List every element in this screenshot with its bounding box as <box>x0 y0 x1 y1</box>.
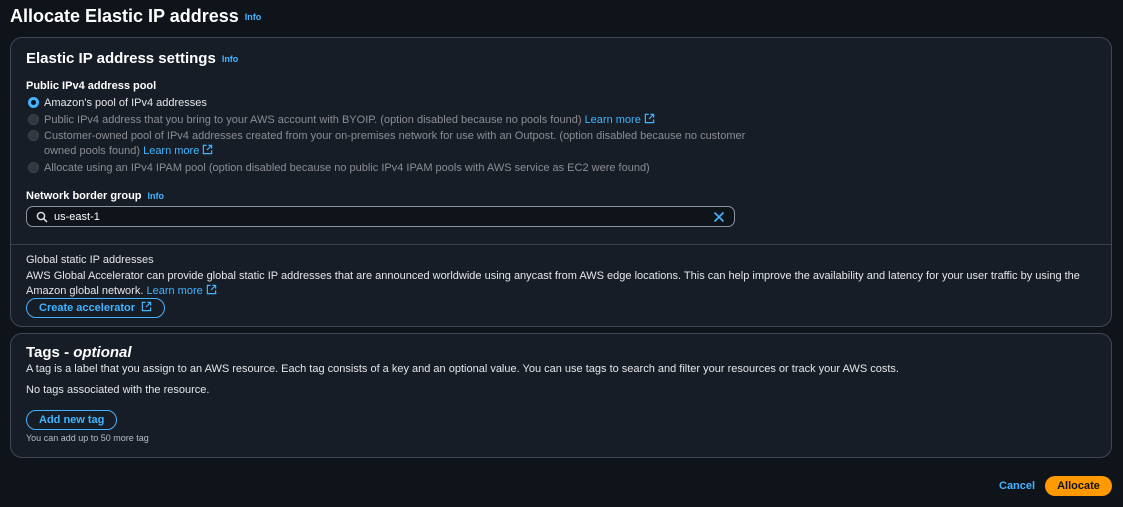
radio-button-checked[interactable] <box>28 97 39 108</box>
radio-button-disabled <box>28 114 39 125</box>
radio-option-byoip: Public IPv4 address that you bring to yo… <box>26 113 746 128</box>
network-border-group-search[interactable]: us-east-1 <box>26 206 735 227</box>
tags-panel: Tags - optional A tag is a label that yo… <box>10 333 1112 458</box>
radio-button-disabled <box>28 130 39 141</box>
external-link-icon <box>644 113 655 124</box>
radio-label: Amazon's pool of IPv4 addresses <box>44 97 207 109</box>
global-ip-description: AWS Global Accelerator can provide globa… <box>26 270 1080 297</box>
external-link-icon <box>141 301 152 311</box>
external-link-icon <box>206 284 216 295</box>
pool-label: Public IPv4 address pool <box>26 80 157 92</box>
tags-limit-note: You can add up to 50 more tag <box>26 433 149 443</box>
allocate-button[interactable]: Allocate <box>1045 476 1112 496</box>
elastic-ip-settings-panel: Elastic IP address settings Info Public I… <box>10 37 1112 327</box>
learn-more-link[interactable]: Learn more <box>585 113 655 126</box>
info-link[interactable]: Info <box>148 191 165 201</box>
divider <box>11 244 1111 245</box>
global-ip-title: Global static IP addresses <box>26 254 154 266</box>
radio-label: Allocate using an IPv4 IPAM pool (option… <box>44 162 650 174</box>
radio-option-amazon-pool[interactable]: Amazon's pool of IPv4 addresses <box>26 96 746 111</box>
tags-title: Tags - optional <box>26 344 132 361</box>
add-new-tag-button[interactable]: Add new tag <box>26 410 118 430</box>
learn-more-link[interactable]: Learn more <box>143 144 213 157</box>
page-title: Allocate Elastic IP address Info <box>10 6 261 27</box>
panel-title-text: Elastic IP address settings <box>26 50 216 67</box>
external-link-icon <box>203 144 213 155</box>
radio-label: Public IPv4 address that you bring to yo… <box>44 114 582 126</box>
close-icon[interactable] <box>713 211 725 223</box>
tags-optional-label: optional <box>73 344 132 361</box>
network-border-group-label: Network border group Info <box>26 190 165 202</box>
panel-title: Elastic IP address settings Info <box>26 50 238 67</box>
info-link[interactable]: Info <box>245 12 262 22</box>
cancel-button[interactable]: Cancel <box>999 480 1035 492</box>
radio-option-customer-owned: Customer-owned pool of IPv4 addresses cr… <box>26 129 746 159</box>
radio-option-ipam-pool: Allocate using an IPv4 IPAM pool (option… <box>26 161 746 176</box>
tags-empty-message: No tags associated with the resource. <box>26 384 210 396</box>
tags-description: A tag is a label that you assign to an A… <box>26 363 899 375</box>
create-accelerator-button[interactable]: Create accelerator <box>26 298 166 318</box>
search-value[interactable]: us-east-1 <box>54 211 100 223</box>
info-link[interactable]: Info <box>222 54 239 64</box>
search-icon <box>36 211 48 223</box>
learn-more-link[interactable]: Learn more <box>146 284 216 297</box>
page-title-text: Allocate Elastic IP address <box>10 6 239 26</box>
radio-button-disabled <box>28 162 39 173</box>
